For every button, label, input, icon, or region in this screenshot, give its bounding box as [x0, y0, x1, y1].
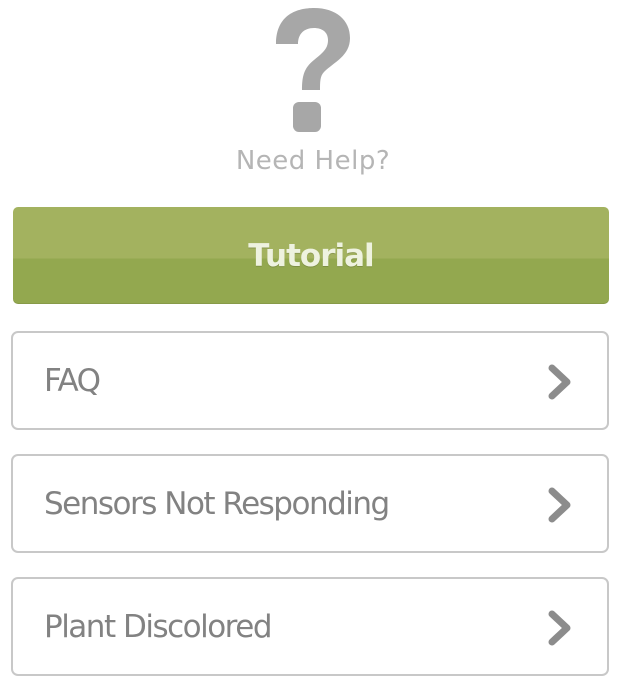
tutorial-button[interactable]: Tutorial	[13, 207, 609, 304]
tutorial-button-label: Tutorial	[248, 237, 374, 274]
help-title: Need Help?	[235, 146, 391, 176]
sensors-not-responding-item[interactable]: Sensors Not Responding	[11, 454, 609, 553]
faq-item[interactable]: FAQ	[11, 331, 609, 430]
sensors-not-responding-item-label: Sensors Not Responding	[44, 485, 390, 522]
chevron-right-icon	[548, 610, 571, 646]
plant-discolored-item-label: Plant Discolored	[44, 608, 273, 645]
chevron-right-icon	[548, 364, 571, 400]
question-mark-icon	[276, 8, 350, 132]
plant-discolored-item[interactable]: Plant Discolored	[11, 577, 609, 676]
chevron-right-icon	[548, 487, 571, 523]
faq-item-label: FAQ	[44, 362, 101, 399]
